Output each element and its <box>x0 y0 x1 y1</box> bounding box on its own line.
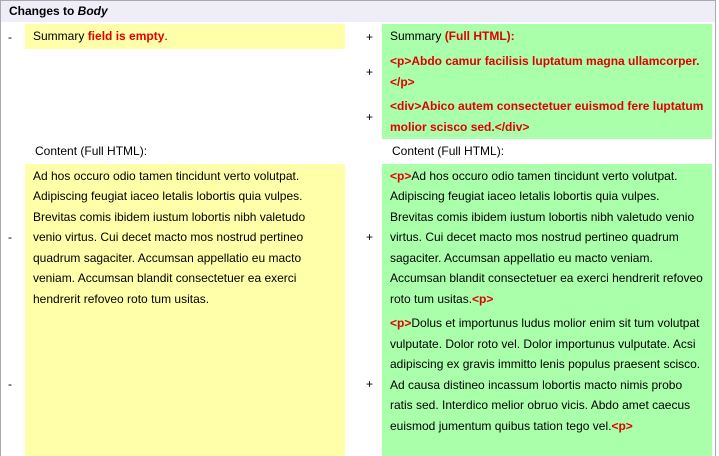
new-added-p-cell: <p>Abdo camur facilisis luptatum magna u… <box>382 49 712 94</box>
close-p-tag-token: <p> <box>472 291 494 306</box>
diff-table: - Summary field is empty. + Summary (Ful… <box>1 24 712 456</box>
removed-marker: - <box>1 163 25 311</box>
empty-marker <box>1 94 25 139</box>
diff-row-content-paragraph2: - + <p>Dolus et importunus ludus molior … <box>1 311 712 456</box>
diff-panel: Changes to Body - Summary field is empty… <box>0 0 716 456</box>
added-marker: + <box>345 24 382 49</box>
diff-row-added-div: + <div>Abico autem consectetuer euismod … <box>1 94 712 139</box>
close-p-tag-token: <p> <box>611 418 633 433</box>
open-p-tag-token: <p> <box>390 316 412 330</box>
added-marker: + <box>345 94 382 139</box>
diff-row-content-label: Content (Full HTML): Content (Full HTML)… <box>1 139 712 164</box>
new-summary-changed-text: (Full HTML): <box>444 29 515 43</box>
new-content-cell-paragraph2: <p>Dolus et importunus ludus molior enim… <box>382 311 712 456</box>
diff-row-content-paragraph1: - Ad hos occuro odio tamen tincidunt ver… <box>1 163 712 311</box>
new-summary-text: Summary <box>390 29 445 43</box>
old-summary-changed-text: field is empty <box>87 29 165 43</box>
diff-header: Changes to Body <box>1 1 715 24</box>
removed-marker: - <box>1 311 25 456</box>
empty-marker <box>1 49 25 94</box>
old-empty-cell <box>25 94 345 139</box>
old-summary-text: Summary <box>33 29 88 43</box>
new-content-text: Ad hos occuro odio tamen tincidunt verto… <box>390 168 703 306</box>
added-html-text: <p>Abdo camur facilisis luptatum magna u… <box>390 54 700 89</box>
old-empty-cell <box>25 49 345 94</box>
old-summary-period: . <box>164 29 168 43</box>
old-content-cell: Ad hos occuro odio tamen tincidunt verto… <box>25 163 345 311</box>
new-content-label: Content (Full HTML): <box>382 139 712 164</box>
old-summary-cell: Summary field is empty. <box>25 24 345 49</box>
new-added-div-cell: <div>Abico autem consectetuer euismod fe… <box>382 94 712 139</box>
new-content-text: Dolus et importunus ludus molior enim si… <box>390 316 701 433</box>
empty-marker <box>1 139 25 164</box>
new-summary-cell: Summary (Full HTML): <box>382 24 712 49</box>
empty-marker <box>345 139 382 164</box>
added-html-text: <div>Abico autem consectetuer euismod fe… <box>390 99 704 134</box>
new-content-cell-paragraph1: <p>Ad hos occuro odio tamen tincidunt ve… <box>382 163 712 311</box>
header-field-name: Body <box>77 4 108 18</box>
open-p-tag-token: <p> <box>390 168 412 183</box>
removed-marker: - <box>1 24 25 49</box>
diff-row-added-p: + <p>Abdo camur facilisis luptatum magna… <box>1 49 712 94</box>
diff-row-summary: - Summary field is empty. + Summary (Ful… <box>1 24 712 49</box>
added-marker: + <box>345 311 382 456</box>
old-content-text: Ad hos occuro odio tamen tincidunt verto… <box>33 168 306 306</box>
old-content-label: Content (Full HTML): <box>25 139 345 164</box>
added-marker: + <box>345 49 382 94</box>
old-empty-yellow-cell <box>25 311 345 456</box>
added-marker: + <box>345 163 382 311</box>
header-title-prefix: Changes to <box>9 4 78 18</box>
